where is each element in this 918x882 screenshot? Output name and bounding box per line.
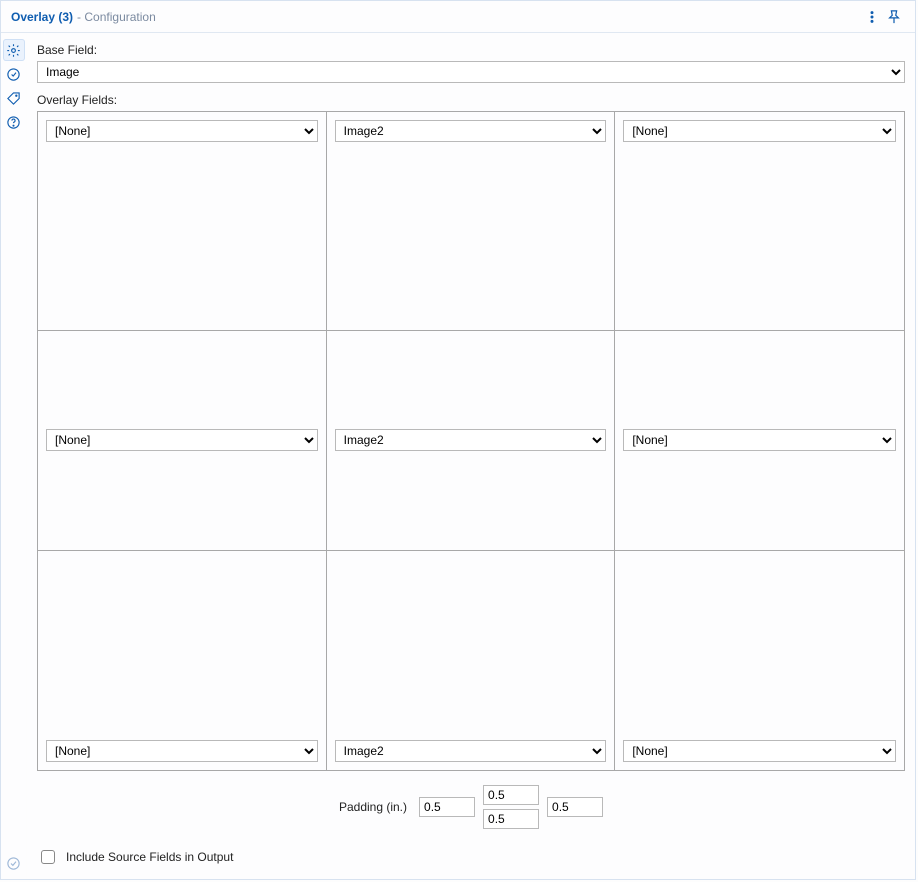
sidebar-nav[interactable] [3, 63, 25, 85]
overlay-cell-1-1: [None]Image2 [327, 331, 616, 550]
overlay-cell-1-2: [None]Image2 [615, 331, 904, 550]
title-bar: Overlay (3) - Configuration [1, 1, 915, 33]
sidebar-config[interactable] [3, 39, 25, 61]
overlay-cell-2-2: [None]Image2 [615, 551, 904, 770]
base-field-label: Base Field: [37, 43, 905, 57]
overlay-grid: [None]Image2 [None]Image2 [None]Image2 [… [37, 111, 905, 771]
overlay-cell-2-0: [None]Image2 [38, 551, 327, 770]
overlay-select-1-1[interactable]: [None]Image2 [335, 429, 607, 451]
overlay-select-2-2[interactable]: [None]Image2 [623, 740, 896, 762]
sidebar [1, 33, 27, 879]
overlay-select-0-1[interactable]: [None]Image2 [335, 120, 607, 142]
sidebar-status-icon [1, 856, 26, 871]
sidebar-help[interactable] [3, 111, 25, 133]
overlay-cell-1-0: [None]Image2 [38, 331, 327, 550]
more-icon[interactable] [861, 6, 883, 28]
tool-title: Overlay (3) [11, 10, 73, 24]
config-panel: Overlay (3) - Configuration [0, 0, 916, 880]
pin-icon[interactable] [883, 6, 905, 28]
overlay-select-1-2[interactable]: [None]Image2 [623, 429, 896, 451]
overlay-select-1-0[interactable]: [None]Image2 [46, 429, 318, 451]
overlay-select-2-0[interactable]: [None]Image2 [46, 740, 318, 762]
overlay-cell-2-1: [None]Image2 [327, 551, 616, 770]
sidebar-tag[interactable] [3, 87, 25, 109]
include-source-label[interactable]: Include Source Fields in Output [66, 850, 233, 864]
main-content: Base Field: Image Overlay Fields: [None]… [27, 33, 915, 879]
tool-subtitle: - Configuration [77, 10, 156, 24]
overlay-select-0-0[interactable]: [None]Image2 [46, 120, 318, 142]
overlay-fields-label: Overlay Fields: [37, 93, 905, 107]
overlay-cell-0-2: [None]Image2 [615, 112, 904, 331]
overlay-cell-0-1: [None]Image2 [327, 112, 616, 331]
include-source-checkbox[interactable] [41, 850, 55, 864]
padding-row: Padding (in.) [37, 785, 905, 829]
include-source-row: Include Source Fields in Output [37, 847, 905, 867]
padding-top-input[interactable] [483, 785, 539, 805]
padding-right-input[interactable] [547, 797, 603, 817]
base-field-select[interactable]: Image [37, 61, 905, 83]
padding-bottom-input[interactable] [483, 809, 539, 829]
padding-label: Padding (in.) [339, 800, 407, 814]
overlay-cell-0-0: [None]Image2 [38, 112, 327, 331]
overlay-select-2-1[interactable]: [None]Image2 [335, 740, 607, 762]
padding-left-input[interactable] [419, 797, 475, 817]
overlay-select-0-2[interactable]: [None]Image2 [623, 120, 896, 142]
